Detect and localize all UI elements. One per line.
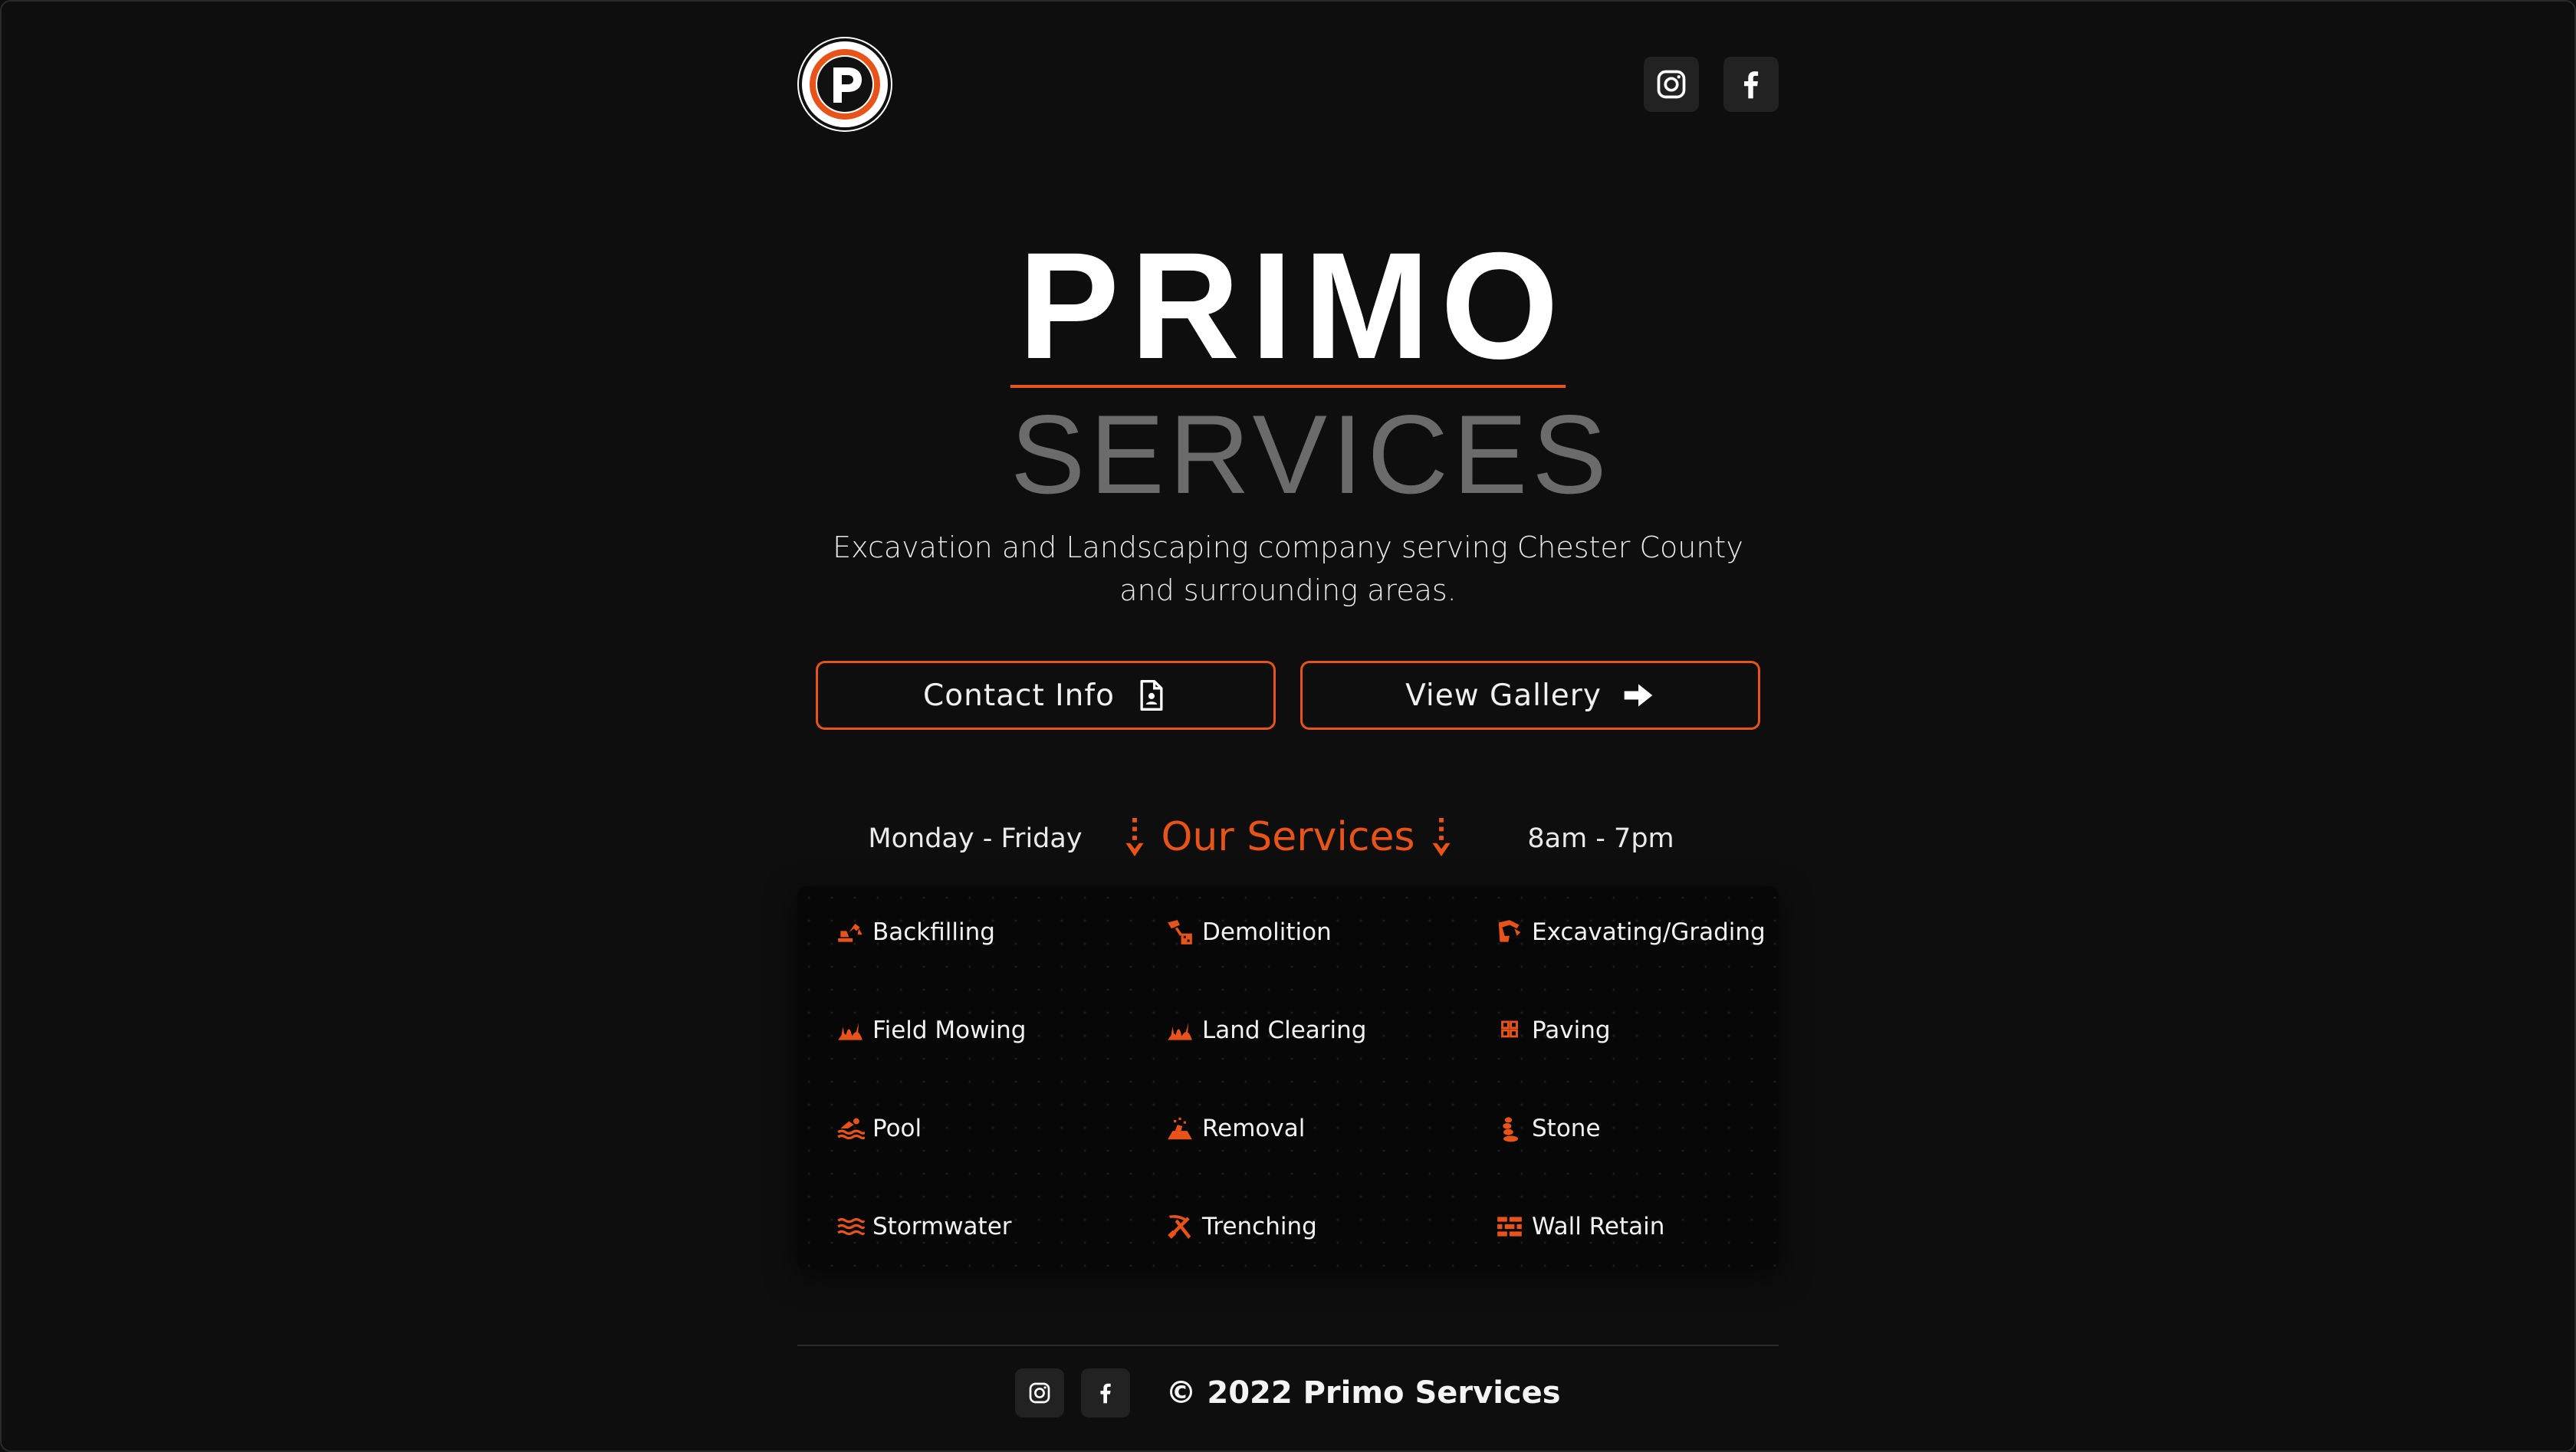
- instagram-button[interactable]: [1644, 57, 1699, 112]
- service-label: Stormwater: [872, 1213, 1012, 1240]
- excavator-icon: [838, 923, 863, 942]
- service-label: Demolition: [1202, 918, 1332, 946]
- service-trenching: Trenching: [1165, 1204, 1317, 1250]
- pickaxe-shovel-icon: [1168, 1214, 1191, 1239]
- footer-instagram-button[interactable]: [1015, 1368, 1065, 1418]
- services-heading: Our Services: [1104, 814, 1472, 860]
- service-label: Land Clearing: [1202, 1017, 1367, 1044]
- facebook-icon: [1744, 71, 1759, 99]
- swimmer-icon: [837, 1118, 865, 1140]
- instagram-icon: [1657, 70, 1686, 99]
- service-land-clearing: Land Clearing: [1165, 1007, 1366, 1053]
- footer: © 2022 Primo Services: [797, 1368, 1779, 1418]
- page-container: PRIMO SERVICES Excavation and Landscapin…: [797, 0, 1779, 1452]
- business-days: Monday - Friday: [868, 823, 1083, 854]
- arrow-down-icon: [1125, 817, 1145, 857]
- paving-tiles-icon: [1501, 1020, 1518, 1038]
- service-label: Removal: [1202, 1115, 1306, 1142]
- demolition-icon: [1168, 920, 1192, 944]
- view-gallery-button[interactable]: View Gallery: [1300, 661, 1760, 730]
- service-pool: Pool: [836, 1105, 922, 1151]
- water-waves-icon: [837, 1217, 865, 1236]
- brand-subtitle: SERVICES: [1010, 392, 1612, 517]
- brand-block: PRIMO SERVICES: [1010, 221, 1612, 517]
- service-label: Excavating/Grading: [1532, 918, 1766, 946]
- service-label: Trenching: [1202, 1213, 1317, 1240]
- services-heading-text: Our Services: [1161, 814, 1415, 860]
- service-removal: Removal: [1165, 1105, 1305, 1151]
- brick-wall-icon: [1497, 1217, 1522, 1237]
- service-paving: Paving: [1495, 1007, 1611, 1053]
- facebook-button[interactable]: [1723, 57, 1779, 112]
- service-label: Stone: [1532, 1115, 1601, 1142]
- footer-facebook-button[interactable]: [1081, 1368, 1131, 1418]
- stones-icon: [1503, 1117, 1519, 1142]
- arrow-right-icon: [1624, 684, 1653, 707]
- social-links-top: [1644, 57, 1779, 112]
- copyright-text: © 2022 Primo Services: [1165, 1375, 1561, 1411]
- logo[interactable]: [797, 37, 892, 132]
- services-grid: Backfilling Demolition Excavating/Gradin…: [797, 886, 1779, 1270]
- service-wall-retain: Wall Retain: [1495, 1204, 1664, 1250]
- service-label: Pool: [872, 1115, 922, 1142]
- service-excavating: Excavating/Grading: [1495, 909, 1766, 955]
- grass-icon: [1168, 1023, 1192, 1040]
- view-gallery-label: View Gallery: [1405, 678, 1602, 713]
- service-field-mowing: Field Mowing: [836, 1007, 1026, 1053]
- instagram-icon: [1030, 1382, 1050, 1404]
- contact-card-icon: [1140, 680, 1163, 711]
- tagline: Excavation and Landscaping company servi…: [833, 531, 1743, 607]
- digger-arm-icon: [1498, 920, 1521, 942]
- service-label: Wall Retain: [1532, 1213, 1665, 1240]
- service-label: Field Mowing: [872, 1017, 1027, 1044]
- footer-divider: [797, 1345, 1779, 1346]
- grass-icon: [838, 1023, 863, 1040]
- facebook-icon: [1100, 1383, 1112, 1404]
- debris-icon: [1168, 1117, 1192, 1140]
- service-label: Paving: [1532, 1017, 1611, 1044]
- service-backfilling: Backfilling: [836, 909, 995, 955]
- contact-info-label: Contact Info: [923, 678, 1115, 713]
- service-label: Backfilling: [872, 918, 995, 946]
- service-demolition: Demolition: [1165, 909, 1332, 955]
- brand-title: PRIMO: [1018, 221, 1570, 390]
- service-stormwater: Stormwater: [836, 1204, 1012, 1250]
- logo-icon: [799, 38, 891, 130]
- business-hours: 8am - 7pm: [1527, 823, 1674, 854]
- service-stone: Stone: [1495, 1105, 1601, 1151]
- contact-info-button[interactable]: Contact Info: [816, 661, 1276, 730]
